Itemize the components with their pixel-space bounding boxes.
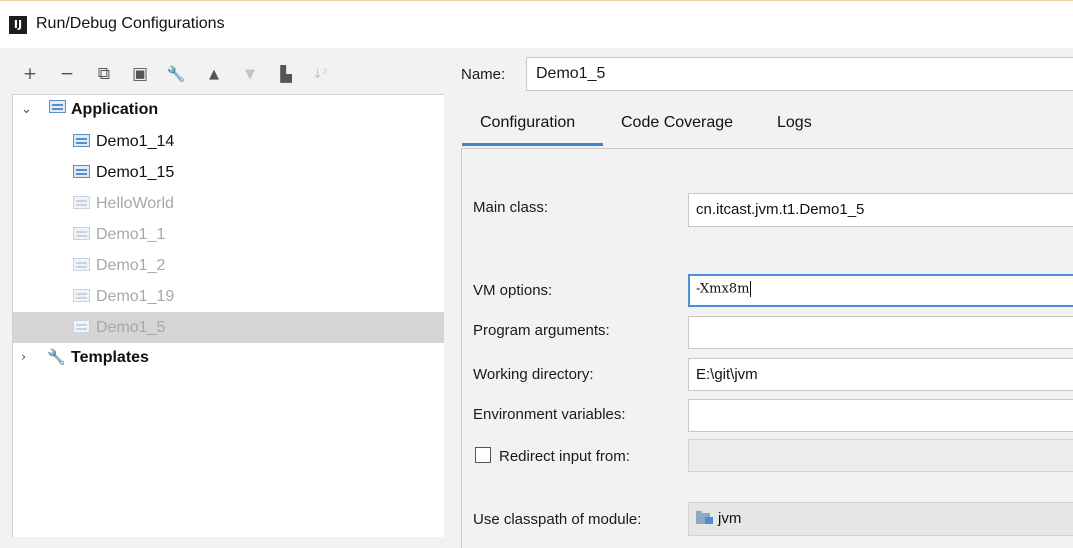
vm-options-label: VM options: [473, 282, 553, 299]
copy-icon[interactable]: ⧉ [92, 60, 116, 88]
configuration-tree: ⌄ Application Demo1_14 Demo1_15 HelloWor… [12, 94, 444, 537]
title-bar: IJ Run/Debug Configurations [0, 0, 1073, 48]
tree-node-label: Application [71, 101, 159, 118]
working-directory-label: Working directory: [473, 366, 594, 383]
chevron-down-icon[interactable]: ⌄ [21, 102, 33, 118]
tree-item-label: Demo1_14 [96, 133, 175, 150]
classpath-module-label: Use classpath of module: [473, 511, 642, 528]
application-icon [73, 196, 90, 209]
tab-code-coverage[interactable]: Code Coverage [621, 114, 733, 132]
tree-node-application[interactable]: ⌄ Application [13, 95, 444, 126]
tree-item-demo1-14[interactable]: Demo1_14 [13, 126, 444, 157]
program-arguments-label: Program arguments: [473, 322, 610, 339]
application-icon [73, 258, 90, 271]
tree-node-templates[interactable]: › 🔧 Templates [13, 343, 444, 374]
add-icon[interactable]: + [18, 60, 42, 88]
active-tab-indicator [462, 143, 603, 146]
application-icon [73, 134, 90, 147]
move-down-icon[interactable]: ▼ [238, 60, 262, 88]
tree-item-demo1-19[interactable]: Demo1_19 [13, 281, 444, 312]
application-icon [73, 165, 90, 178]
tree-item-label: Demo1_1 [96, 226, 166, 243]
config-tabs: Configuration Code Coverage Logs [462, 98, 1073, 148]
tree-item-demo1-15[interactable]: Demo1_15 [13, 157, 444, 188]
main-class-label: Main class: [473, 199, 549, 216]
wrench-icon[interactable]: 🔧 [164, 60, 188, 88]
remove-icon[interactable]: − [55, 60, 79, 88]
tree-item-label: Demo1_2 [96, 257, 166, 274]
text-caret [750, 281, 752, 297]
environment-variables-label: Environment variables: [473, 406, 626, 423]
classpath-module-value: jvm [718, 510, 742, 527]
application-icon [73, 227, 90, 240]
application-icon [73, 320, 90, 333]
save-icon[interactable]: ▣ [128, 60, 152, 88]
classpath-module-select[interactable]: jvm [688, 502, 1073, 536]
intellij-app-icon: IJ [9, 16, 27, 34]
wrench-icon: 🔧 [47, 348, 66, 366]
name-label: Name: [461, 66, 506, 83]
folder-icon[interactable]: ▙ [274, 60, 298, 88]
program-arguments-field[interactable] [688, 316, 1073, 349]
tree-item-label: Demo1_5 [96, 319, 166, 336]
main-class-field[interactable]: cn.itcast.jvm.t1.Demo1_5 [688, 193, 1073, 227]
chevron-right-icon[interactable]: › [21, 350, 33, 366]
vm-options-field[interactable]: -Xmx8m [688, 274, 1073, 307]
tab-configuration[interactable]: Configuration [480, 114, 575, 132]
move-up-icon[interactable]: ▲ [202, 60, 226, 88]
redirect-input-checkbox[interactable] [475, 447, 491, 463]
tree-item-label: Demo1_15 [96, 164, 175, 181]
tree-node-label: Templates [71, 349, 149, 366]
tree-item-demo1-1[interactable]: Demo1_1 [13, 219, 444, 250]
tree-item-helloworld[interactable]: HelloWorld [13, 188, 444, 219]
application-icon [49, 100, 66, 113]
config-toolbar: + − ⧉ ▣ 🔧 ▲ ▼ ▙ ↓ᶻ [0, 60, 445, 90]
tree-item-label: HelloWorld [96, 195, 174, 212]
redirect-input-field [688, 439, 1073, 472]
application-icon [73, 289, 90, 302]
tree-item-demo1-5[interactable]: Demo1_5 [13, 312, 444, 343]
name-input[interactable]: Demo1_5 [526, 57, 1073, 91]
working-directory-field[interactable]: E:\git\jvm [688, 358, 1073, 391]
vm-options-value: -Xmx8m [696, 281, 750, 297]
environment-variables-field[interactable] [688, 399, 1073, 432]
module-folder-icon [696, 511, 714, 525]
redirect-input-label: Redirect input from: [499, 448, 630, 465]
tree-item-demo1-2[interactable]: Demo1_2 [13, 250, 444, 281]
sort-icon[interactable]: ↓ᶻ [308, 60, 332, 88]
tab-logs[interactable]: Logs [777, 114, 812, 132]
window-title: Run/Debug Configurations [36, 15, 225, 32]
tree-item-label: Demo1_19 [96, 288, 175, 305]
